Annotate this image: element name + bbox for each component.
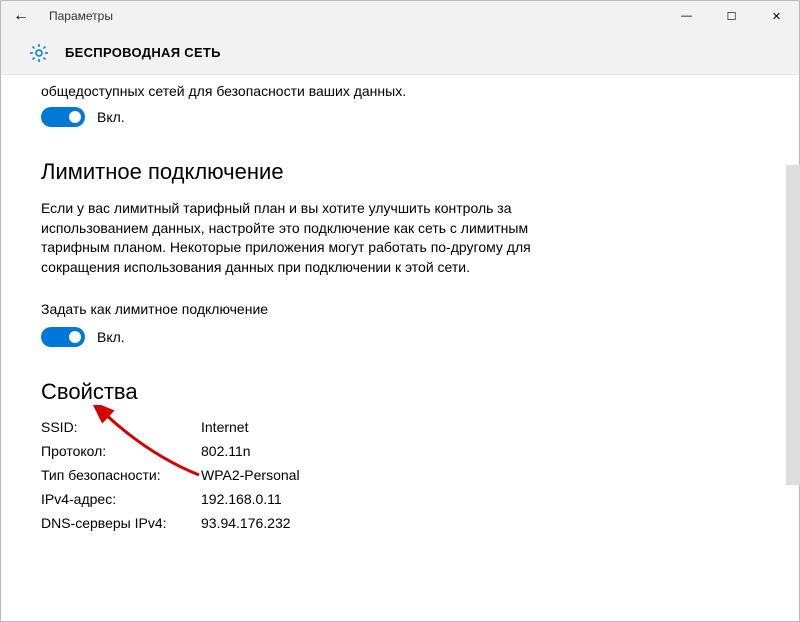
prop-key: Протокол: <box>41 443 201 459</box>
page-title: БЕСПРОВОДНАЯ СЕТЬ <box>65 45 221 60</box>
window-controls: — ☐ ✕ <box>664 1 799 31</box>
toggle-knob <box>69 331 81 343</box>
metered-toggle-caption: Задать как лимитное подключение <box>41 301 759 317</box>
metered-toggle[interactable] <box>41 327 85 347</box>
prop-key: Тип безопасности: <box>41 467 201 483</box>
prop-row-ipv4: IPv4-адрес: 192.168.0.11 <box>41 491 759 507</box>
content-area[interactable]: общедоступных сетей для безопасности ваш… <box>1 75 799 621</box>
prop-key: SSID: <box>41 419 201 435</box>
prop-row-protocol: Протокол: 802.11n <box>41 443 759 459</box>
prop-row-ssid: SSID: Internet <box>41 419 759 435</box>
gear-icon <box>29 43 49 63</box>
page-header: БЕСПРОВОДНАЯ СЕТЬ <box>1 31 799 75</box>
maximize-button[interactable]: ☐ <box>709 1 754 31</box>
window-title: Параметры <box>49 9 113 23</box>
properties-table: SSID: Internet Протокол: 802.11n Тип без… <box>41 419 759 531</box>
minimize-button[interactable]: — <box>664 1 709 31</box>
metered-toggle-label: Вкл. <box>97 329 125 345</box>
close-button[interactable]: ✕ <box>754 1 799 31</box>
public-network-toggle-row: Вкл. <box>41 107 759 127</box>
prop-row-security: Тип безопасности: WPA2-Personal <box>41 467 759 483</box>
metered-toggle-row: Вкл. <box>41 327 759 347</box>
metered-section-title: Лимитное подключение <box>41 159 759 185</box>
public-network-toggle[interactable] <box>41 107 85 127</box>
prop-val: Internet <box>201 419 248 435</box>
settings-window: ← Параметры — ☐ ✕ БЕСПРОВОДНАЯ СЕТЬ обще… <box>0 0 800 622</box>
back-button[interactable]: ← <box>5 1 37 31</box>
properties-section-title: Свойства <box>41 379 759 405</box>
prop-val: 93.94.176.232 <box>201 515 291 531</box>
prop-val: 192.168.0.11 <box>201 491 282 507</box>
public-network-toggle-label: Вкл. <box>97 109 125 125</box>
toggle-knob <box>69 111 81 123</box>
prop-val: 802.11n <box>201 443 251 459</box>
prop-key: DNS-серверы IPv4: <box>41 515 201 531</box>
public-network-description-tail: общедоступных сетей для безопасности ваш… <box>41 83 759 99</box>
prop-row-dns: DNS-серверы IPv4: 93.94.176.232 <box>41 515 759 531</box>
metered-section-description: Если у вас лимитный тарифный план и вы х… <box>41 199 531 277</box>
vertical-scrollbar[interactable] <box>786 165 800 485</box>
back-arrow-icon: ← <box>13 7 29 25</box>
prop-val: WPA2-Personal <box>201 467 300 483</box>
titlebar: ← Параметры — ☐ ✕ <box>1 1 799 31</box>
prop-key: IPv4-адрес: <box>41 491 201 507</box>
